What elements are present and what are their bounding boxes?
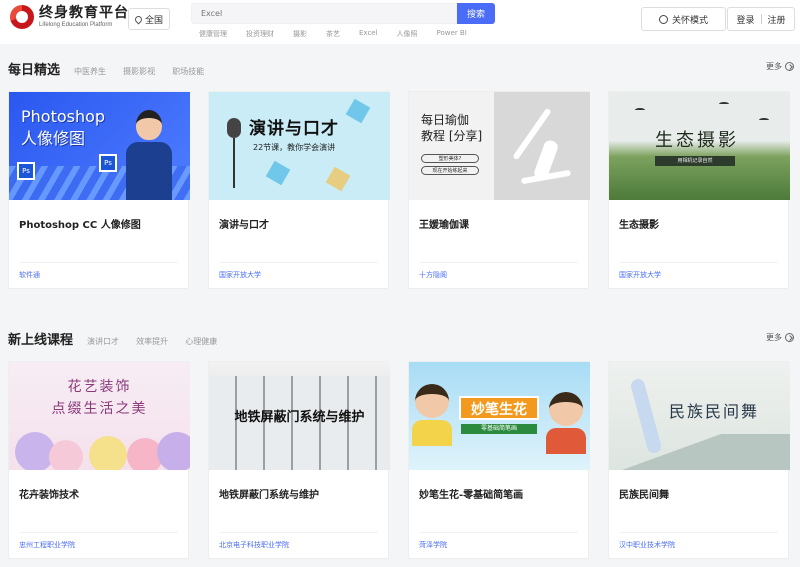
care-mode-button[interactable]: 关怀模式 bbox=[641, 7, 726, 31]
section-tab[interactable]: 效率提升 bbox=[136, 337, 168, 346]
hot-word[interactable]: 人像照 bbox=[397, 29, 418, 39]
divider bbox=[419, 532, 578, 533]
divider bbox=[760, 14, 762, 24]
search-bar: 搜索 bbox=[191, 3, 495, 24]
flower-icon bbox=[157, 432, 190, 470]
photoshop-icon: Ps bbox=[99, 154, 117, 172]
region-label: 全国 bbox=[144, 15, 163, 26]
hot-word[interactable]: 摄影 bbox=[293, 29, 307, 39]
course-title[interactable]: 花卉装饰技术 bbox=[19, 486, 79, 501]
login-link[interactable]: 登录 bbox=[736, 13, 754, 26]
section-tab[interactable]: 演讲口才 bbox=[87, 337, 119, 346]
section-tab[interactable]: 中医养生 bbox=[74, 67, 106, 76]
platform-logo[interactable]: 终身教育平台 Lifelong Education Platform bbox=[10, 5, 129, 29]
course-card[interactable]: Photoshop 人像修图 Ps Ps Photoshop CC 人像修图 软… bbox=[8, 91, 190, 289]
microphone-icon bbox=[227, 118, 241, 138]
course-title[interactable]: 民族民间舞 bbox=[619, 486, 669, 501]
divider bbox=[219, 532, 378, 533]
course-card[interactable]: 民族民间舞 民族民间舞 汉中职业技术学院 bbox=[608, 361, 790, 559]
course-thumbnail: 生态摄影 用相机记录自然 bbox=[609, 92, 790, 200]
course-title[interactable]: Photoshop CC 人像修图 bbox=[19, 216, 141, 231]
search-input[interactable] bbox=[191, 3, 457, 24]
course-card[interactable]: 妙笔生花 零基础简笔画 妙笔生花-零基础简笔画 菏泽学院 bbox=[408, 361, 590, 559]
course-title[interactable]: 演讲与口才 bbox=[219, 216, 269, 231]
hot-word[interactable]: 投资理财 bbox=[246, 29, 274, 39]
course-provider[interactable]: 菏泽学院 bbox=[419, 540, 447, 550]
more-link-new[interactable]: 更多 bbox=[766, 332, 794, 343]
section-tab[interactable]: 心理健康 bbox=[185, 337, 217, 346]
yoga-figure bbox=[509, 104, 579, 194]
photoshop-icon: Ps bbox=[17, 162, 35, 180]
section-title: 每日精选 bbox=[8, 63, 61, 78]
divider bbox=[219, 262, 378, 263]
course-thumbnail: 地铁屏蔽门系统与维护 bbox=[209, 362, 390, 470]
divider bbox=[419, 262, 578, 263]
course-card[interactable]: 演讲与口才 22节课，教你学会演讲 演讲与口才 国家开放大学 bbox=[208, 91, 390, 289]
course-card[interactable]: 地铁屏蔽门系统与维护 地铁屏蔽门系统与维护 北京电子科技职业学院 bbox=[208, 361, 390, 559]
accessibility-icon bbox=[658, 14, 668, 24]
course-card[interactable]: 生态摄影 用相机记录自然 生态摄影 国家开放大学 bbox=[608, 91, 790, 289]
course-thumbnail: Photoshop 人像修图 Ps Ps bbox=[9, 92, 190, 200]
register-link[interactable]: 注册 bbox=[768, 13, 786, 26]
course-title[interactable]: 妙笔生花-零基础简笔画 bbox=[419, 486, 523, 501]
course-title[interactable]: 王媛瑜伽课 bbox=[419, 216, 469, 231]
course-title[interactable]: 生态摄影 bbox=[619, 216, 659, 231]
bird-icon bbox=[719, 102, 729, 106]
course-card[interactable]: 每日瑜伽 教程 [分享] 塑形美体? 现在开始练起来 王媛瑜伽课 十方隐阁 bbox=[408, 91, 590, 289]
course-thumbnail: 妙笔生花 零基础简笔画 bbox=[409, 362, 590, 470]
arrow-right-circle-icon bbox=[785, 62, 794, 71]
course-provider[interactable]: 北京电子科技职业学院 bbox=[219, 540, 289, 550]
logo-title: 终身教育平台 bbox=[39, 5, 129, 21]
auth-links: 登录 注册 bbox=[727, 7, 795, 31]
bird-icon bbox=[759, 118, 769, 122]
care-mode-label: 关怀模式 bbox=[671, 15, 708, 26]
flower-icon bbox=[89, 436, 127, 470]
course-provider[interactable]: 软件通 bbox=[19, 270, 40, 280]
logo-mark-icon bbox=[10, 5, 34, 29]
divider bbox=[19, 532, 178, 533]
logo-subtitle: Lifelong Education Platform bbox=[39, 22, 113, 28]
divider bbox=[619, 262, 778, 263]
section-heading-daily: 每日精选 中医养生 摄影影视 职场技能 bbox=[8, 59, 216, 78]
flower-icon bbox=[49, 440, 83, 470]
course-title[interactable]: 地铁屏蔽门系统与维护 bbox=[219, 486, 319, 501]
course-provider[interactable]: 国家开放大学 bbox=[219, 270, 261, 280]
arrow-right-circle-icon bbox=[785, 333, 794, 342]
bird-icon bbox=[635, 108, 645, 112]
section-tab[interactable]: 职场技能 bbox=[172, 67, 204, 76]
course-thumbnail: 民族民间舞 bbox=[609, 362, 790, 470]
instructor-figure bbox=[126, 110, 172, 200]
more-link-daily[interactable]: 更多 bbox=[766, 61, 794, 72]
region-selector[interactable]: 全国 bbox=[128, 8, 170, 30]
hot-word[interactable]: Power BI bbox=[437, 29, 467, 39]
top-header: 终身教育平台 Lifelong Education Platform 全国 搜索… bbox=[0, 0, 800, 44]
location-pin-icon bbox=[133, 14, 144, 24]
course-card[interactable]: 花艺装饰 点缀生活之美 花卉装饰技术 忠州工程职业学院 bbox=[8, 361, 190, 559]
search-button[interactable]: 搜索 bbox=[457, 3, 495, 24]
course-provider[interactable]: 汉中职业技术学院 bbox=[619, 540, 675, 550]
hot-word[interactable]: Excel bbox=[359, 29, 378, 39]
course-thumbnail: 每日瑜伽 教程 [分享] 塑形美体? 现在开始练起来 bbox=[409, 92, 590, 200]
hot-word[interactable]: 健康管理 bbox=[199, 29, 227, 39]
course-provider[interactable]: 国家开放大学 bbox=[619, 270, 661, 280]
course-thumbnail: 花艺装饰 点缀生活之美 bbox=[9, 362, 190, 470]
section-tab[interactable]: 摄影影视 bbox=[123, 67, 155, 76]
hot-word[interactable]: 茶艺 bbox=[326, 29, 340, 39]
course-thumbnail: 演讲与口才 22节课，教你学会演讲 bbox=[209, 92, 390, 200]
hot-search-words: 健康管理 投资理财 摄影 茶艺 Excel 人像照 Power BI bbox=[199, 29, 486, 39]
divider bbox=[619, 532, 778, 533]
section-heading-new: 新上线课程 演讲口才 效率提升 心理健康 bbox=[8, 329, 229, 348]
course-provider[interactable]: 忠州工程职业学院 bbox=[19, 540, 75, 550]
section-title: 新上线课程 bbox=[8, 333, 74, 348]
divider bbox=[19, 262, 178, 263]
course-provider[interactable]: 十方隐阁 bbox=[419, 270, 447, 280]
